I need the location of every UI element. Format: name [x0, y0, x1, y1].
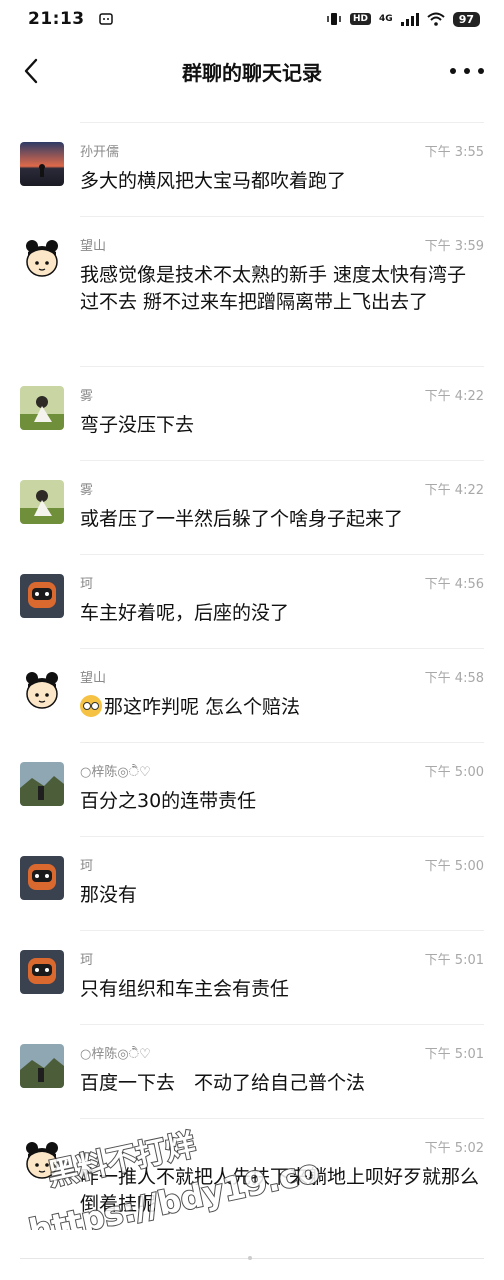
landscape-avatar[interactable]: [20, 1044, 64, 1088]
message-time: 下午 5:00: [424, 859, 484, 874]
vibrate-icon: [326, 12, 342, 26]
sender-name: ○梓陈◎ੈ♡: [80, 1047, 151, 1062]
message-time: 下午 3:59: [424, 239, 484, 254]
landscape-avatar[interactable]: [20, 762, 64, 806]
cartoon-avatar[interactable]: [20, 1138, 64, 1182]
divider: [80, 460, 484, 461]
bottom-indicator: [248, 1256, 252, 1260]
girl-field-avatar[interactable]: [20, 480, 64, 524]
message-time: 下午 4:56: [424, 577, 484, 592]
cartoon-avatar[interactable]: [20, 236, 64, 280]
message-time: 下午 4:58: [424, 671, 484, 686]
back-button[interactable]: [16, 56, 46, 86]
divider: [80, 122, 484, 123]
sender-name: 望山: [80, 239, 107, 254]
divider: [80, 742, 484, 743]
message-text: 那没有: [80, 884, 138, 906]
message-text: 咋一推人不就把人先扶下来躺地上呗好歹就那么倒着挂呢: [80, 1166, 480, 1215]
chevron-left-icon: [24, 58, 38, 84]
divider: [80, 216, 484, 217]
girl-field-avatar[interactable]: [20, 386, 64, 430]
message-time: 下午 4:22: [424, 483, 484, 498]
divider: [80, 930, 484, 931]
flushed-face-emoji: [80, 695, 102, 717]
message-text: 车主好着呢，后座的没了: [80, 602, 290, 624]
message-time: 下午 5:01: [424, 953, 484, 968]
message-icon: [98, 13, 113, 25]
sender-name: 望山: [80, 671, 107, 686]
divider: [80, 1024, 484, 1025]
message-time: 下午 5:00: [424, 765, 484, 780]
page-title: 群聊的聊天记录: [182, 60, 322, 85]
title-bar: 群聊的聊天记录: [0, 38, 504, 104]
robot-avatar[interactable]: [20, 950, 64, 994]
divider: [80, 648, 484, 649]
divider: [80, 836, 484, 837]
message-text: 那这咋判呢 怎么个赔法: [104, 696, 301, 718]
sender-name: 雾: [80, 483, 94, 498]
sender-name: 珂: [80, 859, 94, 874]
battery-indicator: 97: [452, 11, 480, 27]
hd-badge: HD: [350, 13, 372, 25]
bottom-divider: [20, 1258, 484, 1259]
message-time: 下午 5:01: [424, 1047, 484, 1062]
sunset-avatar[interactable]: [20, 142, 64, 186]
message-time: 下午 5:02: [424, 1141, 484, 1156]
sender-name: ○梓陈◎ੈ♡: [80, 765, 151, 780]
status-bar: 21:13 HD 4G 97: [0, 0, 504, 38]
message-text: 百分之30的连带责任: [80, 790, 257, 812]
message-text-wrap: 那这咋判呢 怎么个赔法: [80, 694, 484, 721]
message-text: 我感觉像是技术不太熟的新手 速度太快有湾子过不去 掰不过来车把蹭隔离带上飞出去了: [80, 264, 467, 313]
divider: [80, 1118, 484, 1119]
network-type: 4G: [379, 14, 393, 24]
message-text: 多大的横风把大宝马都吹着跑了: [80, 170, 347, 192]
sender-name: 珂: [80, 577, 94, 592]
signal-icon: [400, 12, 419, 26]
wifi-icon: [427, 12, 445, 26]
message-time: 下午 3:55: [424, 145, 484, 160]
divider: [80, 554, 484, 555]
divider: [80, 366, 484, 367]
sender-name: 雾: [80, 389, 94, 404]
robot-avatar[interactable]: [20, 856, 64, 900]
robot-avatar[interactable]: [20, 574, 64, 618]
more-button[interactable]: [450, 58, 484, 84]
sender-name: 孙开儒: [80, 145, 120, 160]
message-time: 下午 4:22: [424, 389, 484, 404]
cartoon-avatar[interactable]: [20, 668, 64, 712]
more-dots-icon: [450, 68, 456, 74]
message-text: 只有组织和车主会有责任: [80, 978, 290, 1000]
message-text: 弯子没压下去: [80, 414, 195, 436]
status-time: 21:13: [28, 9, 85, 29]
sender-name: 珂: [80, 953, 94, 968]
message-text: 或者压了一半然后躲了个啥身子起来了: [80, 508, 404, 530]
message-text: 百度一下去 不动了给自己普个法: [80, 1072, 366, 1094]
